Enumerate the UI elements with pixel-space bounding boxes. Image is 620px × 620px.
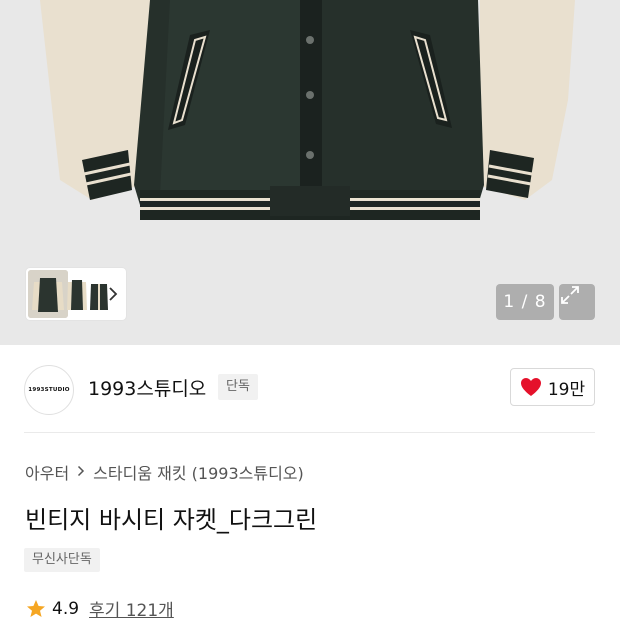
brand-name[interactable]: 1993스튜디오 xyxy=(88,374,206,401)
breadcrumb-subcategory[interactable]: 스타디움 재킷 (1993스튜디오) xyxy=(93,460,304,484)
thumbnail-2[interactable] xyxy=(66,278,88,312)
chevron-right-icon xyxy=(77,463,85,481)
reviews-link[interactable]: 후기 121개 xyxy=(89,596,174,620)
breadcrumb-category[interactable]: 아우터 xyxy=(25,460,69,484)
rating-row: 4.9 후기 121개 xyxy=(26,596,174,620)
like-button[interactable]: 19만 xyxy=(510,368,595,406)
brand-row: 1993STUDIO 1993스튜디오 단독 19만 xyxy=(0,345,620,431)
thumbnail-strip[interactable] xyxy=(26,268,126,320)
product-image-gallery[interactable]: 1 / 8 xyxy=(0,0,620,345)
like-count: 19만 xyxy=(547,379,586,400)
right-cuff xyxy=(486,150,534,198)
exclusive-tag: 무신사단독 xyxy=(24,548,100,572)
thumbnail-1[interactable] xyxy=(28,270,68,318)
rating-score: 4.9 xyxy=(52,598,80,619)
product-title: 빈티지 바시티 자켓_다크그린 xyxy=(25,506,318,534)
divider xyxy=(24,432,595,433)
expand-icon[interactable] xyxy=(559,284,595,320)
breadcrumb: 아우터 스타디움 재킷 (1993스튜디오) xyxy=(25,460,304,484)
image-counter: 1 / 8 xyxy=(496,284,554,320)
brand-logo[interactable]: 1993STUDIO xyxy=(24,365,74,415)
chevron-right-icon[interactable] xyxy=(106,284,120,304)
exclusive-badge: 단독 xyxy=(218,374,258,400)
heart-icon xyxy=(520,378,541,396)
star-icon xyxy=(27,599,45,617)
